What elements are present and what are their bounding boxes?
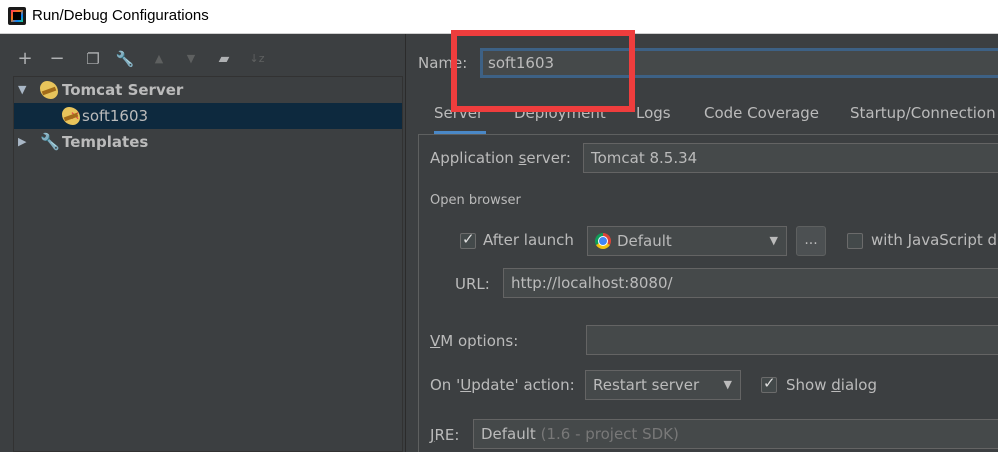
sort-icon[interactable]: ↓z (246, 48, 268, 70)
tree-item-label: soft1603 (82, 107, 149, 125)
window-title: Run/Debug Configurations (32, 7, 209, 24)
folder-add-icon[interactable]: ▰ (213, 48, 235, 70)
jre-select[interactable]: Default (1.6 - project SDK) (473, 419, 998, 449)
browser-select[interactable]: Default ▼ (587, 226, 787, 256)
open-browser-label: Open browser (430, 193, 521, 208)
tree-node-label: Templates (62, 133, 149, 151)
after-launch-label: After launch (483, 231, 574, 249)
chrome-icon (595, 233, 611, 249)
url-label: URL: (455, 275, 490, 293)
application-server-label: Application server: (430, 149, 571, 167)
url-input[interactable]: http://localhost:8080/ (503, 268, 998, 298)
copy-icon[interactable]: ❐ (82, 48, 104, 70)
wrench-icon[interactable]: 🔧 (114, 48, 136, 70)
move-down-icon[interactable]: ▼ (180, 48, 202, 70)
server-tab-panel: Application server: Tomcat 8.5.34 Open b… (418, 134, 998, 452)
tomcat-icon (40, 81, 58, 99)
tomcat-icon: ✕ (62, 107, 80, 125)
error-mark-icon: ✕ (70, 109, 81, 123)
move-up-icon[interactable]: ▲ (148, 48, 170, 70)
configurations-sidebar: + − ❐ 🔧 ▲ ▼ ▰ ↓z ▼ Tomcat Server ✕ soft1… (0, 34, 406, 452)
collapse-arrow-icon[interactable]: ▶ (18, 129, 32, 155)
browser-select-value: Default (617, 232, 672, 250)
tree-node-tomcat-server[interactable]: ▼ Tomcat Server (14, 77, 402, 103)
chevron-down-icon: ▼ (723, 378, 732, 391)
tab-startup-connection[interactable]: Startup/Connection (850, 100, 996, 134)
add-icon[interactable]: + (14, 48, 36, 70)
wrench-icon: 🔧 (40, 132, 60, 151)
title-bar: Run/Debug Configurations (0, 0, 998, 34)
show-dialog-checkbox[interactable] (761, 374, 777, 393)
after-launch-checkbox[interactable] (460, 230, 476, 249)
on-update-select[interactable]: Restart server ▼ (585, 370, 741, 400)
jre-label: JRE: (430, 426, 460, 444)
jre-hint: (1.6 - project SDK) (540, 425, 679, 443)
vm-options-label: VM options: (430, 332, 519, 350)
show-dialog-label: Show dialog (786, 376, 878, 394)
browse-button[interactable]: ... (796, 226, 826, 256)
tab-logs[interactable]: Logs (636, 100, 671, 134)
configurations-tree: ▼ Tomcat Server ✕ soft1603 ▶ 🔧 Templates (13, 76, 403, 452)
on-update-select-value: Restart server (593, 376, 700, 394)
remove-icon[interactable]: − (46, 48, 68, 70)
tab-code-coverage[interactable]: Code Coverage (704, 100, 819, 134)
on-update-label: On 'Update' action: (430, 376, 575, 394)
with-javascript-label: with JavaScript de (871, 231, 998, 249)
tree-item-soft1603[interactable]: ✕ soft1603 (14, 103, 402, 129)
jre-value: Default (481, 425, 536, 443)
intellij-app-icon (8, 7, 26, 25)
highlight-annotation-box (451, 30, 635, 112)
expand-arrow-icon[interactable]: ▼ (18, 77, 32, 103)
tree-node-label: Tomcat Server (62, 81, 184, 99)
tree-node-templates[interactable]: ▶ 🔧 Templates (14, 129, 402, 155)
vm-options-input[interactable] (586, 325, 998, 355)
chevron-down-icon: ▼ (769, 234, 778, 247)
with-javascript-checkbox[interactable] (847, 233, 863, 249)
application-server-select[interactable]: Tomcat 8.5.34 (583, 143, 998, 173)
